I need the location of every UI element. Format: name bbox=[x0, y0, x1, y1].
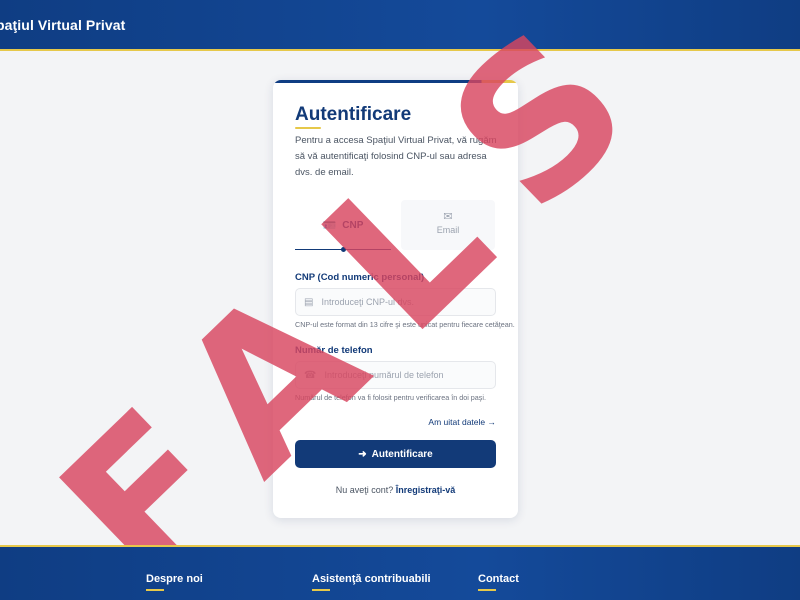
login-submit-button[interactable]: ➜ Autentificare bbox=[295, 440, 496, 468]
top-header: paţiul Virtual Privat bbox=[0, 0, 800, 51]
footer-about-heading[interactable]: Despre noi bbox=[146, 573, 203, 591]
sign-in-icon: ➜ bbox=[358, 448, 367, 460]
forgot-data-link[interactable]: Am uitat datele → bbox=[428, 417, 496, 427]
login-title: Autentificare bbox=[295, 104, 412, 125]
register-link[interactable]: Înregistraţi-vă bbox=[396, 485, 456, 495]
footer: Despre noi Asistenţă contribuabili Conta… bbox=[0, 545, 800, 600]
phone-input[interactable] bbox=[324, 370, 495, 380]
cnp-input-wrapper: ▤ bbox=[295, 288, 496, 316]
footer-contact-heading[interactable]: Contact bbox=[478, 573, 519, 591]
tab-email-label: Email bbox=[436, 225, 460, 235]
phone-help-text: Numărul de telefon va fi folosit pentru … bbox=[295, 393, 486, 402]
tab-cnp[interactable]: 🪪 CNP bbox=[295, 200, 391, 252]
envelope-icon: ✉ bbox=[443, 211, 453, 223]
register-row: Nu aveţi cont? Înregistraţi-vă bbox=[273, 485, 518, 495]
login-intro-text: Pentru a accesa Spaţiul Virtual Privat, … bbox=[295, 135, 497, 178]
footer-about-label: Despre noi bbox=[146, 573, 203, 585]
footer-contact-label: Contact bbox=[478, 573, 519, 585]
footer-heading-underline bbox=[146, 589, 164, 591]
phone-label: Număr de telefon bbox=[295, 345, 373, 356]
footer-heading-underline bbox=[312, 589, 330, 591]
arrow-right-icon: → bbox=[487, 417, 497, 427]
phone-icon: ☎ bbox=[304, 369, 317, 381]
tab-email[interactable]: ✉ Email bbox=[401, 200, 495, 250]
site-title[interactable]: paţiul Virtual Privat bbox=[0, 17, 125, 33]
tab-cnp-label: CNP bbox=[342, 219, 364, 231]
footer-support-label: Asistenţă contribuabili bbox=[312, 573, 431, 585]
login-card: Autentificare Pentru a accesa Spaţiul Vi… bbox=[273, 80, 518, 518]
footer-heading-underline bbox=[478, 589, 496, 591]
footer-support-heading[interactable]: Asistenţă contribuabili bbox=[312, 573, 431, 591]
id-card-icon: ▤ bbox=[304, 296, 314, 308]
login-submit-label: Autentificare bbox=[371, 448, 433, 460]
phone-input-wrapper: ☎ bbox=[295, 361, 496, 389]
forgot-data-label: Am uitat datele bbox=[428, 417, 486, 427]
card-accent-line bbox=[273, 80, 518, 83]
id-card-icon: 🪪 bbox=[322, 219, 337, 232]
register-prompt: Nu aveţi cont? bbox=[335, 485, 394, 495]
cnp-help-text: CNP-ul este format din 13 cifre şi este … bbox=[295, 320, 515, 329]
cnp-input[interactable] bbox=[321, 297, 492, 307]
title-underline bbox=[295, 127, 321, 129]
cnp-label: CNP (Cod numeric personal) bbox=[295, 272, 425, 283]
active-tab-dot bbox=[341, 247, 346, 252]
